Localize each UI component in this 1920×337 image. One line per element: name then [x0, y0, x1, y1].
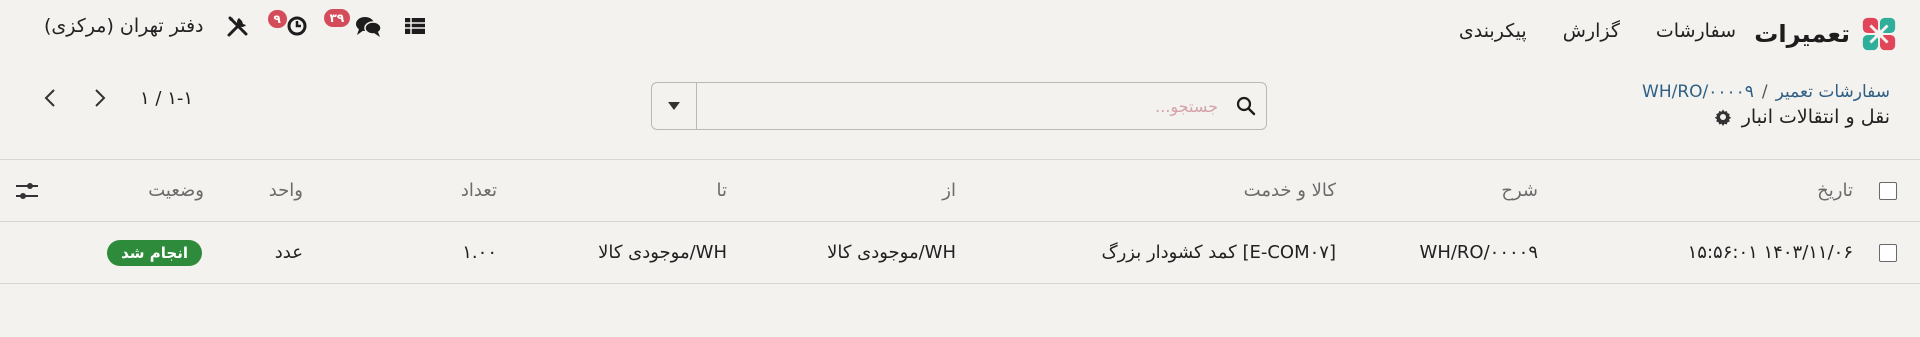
breadcrumb: سفارشات تعمیر / WH/RO/۰۰۰۰۹ [1642, 82, 1890, 102]
column-header-to[interactable]: تا [717, 160, 728, 221]
pager-value[interactable]: ۱-۱ / ۱ [140, 88, 193, 109]
row-select-cell [1879, 222, 1897, 283]
chevron-right-icon [95, 89, 106, 107]
search-input[interactable] [697, 83, 1226, 129]
sliders-icon [16, 182, 38, 199]
stock-moves-list: تاریخ شرح کالا و خدمت از تا تعداد واحد و… [0, 159, 1920, 284]
pager-next-button[interactable] [90, 86, 110, 110]
breadcrumb-separator: / [1761, 82, 1768, 102]
column-header-status[interactable]: وضعیت [148, 160, 204, 221]
cell-quantity: ۱.۰۰ [462, 242, 497, 263]
messages-icon[interactable]: ۳۹ [323, 9, 382, 38]
breadcrumb-current[interactable]: WH/RO/۰۰۰۰۹ [1642, 82, 1754, 102]
activity-clock-icon[interactable]: ۹ [267, 10, 308, 37]
column-header-from[interactable]: از [942, 160, 956, 221]
gear-icon[interactable] [1714, 108, 1732, 126]
breadcrumb-parent[interactable]: سفارشات تعمیر [1776, 82, 1890, 102]
tools-icon[interactable] [226, 14, 250, 38]
column-header-product[interactable]: کالا و خدمت [1244, 160, 1336, 221]
pager: ۱-۱ / ۱ [40, 86, 193, 110]
column-header-date[interactable]: تاریخ [1817, 160, 1853, 221]
main-menu: سفارشات گزارش پیکربندی [1459, 20, 1736, 42]
chevron-left-icon [44, 89, 55, 107]
cell-product: [E-COM۰۷] کمد کشودار بزرگ [1101, 242, 1336, 263]
cell-status: انجام شد [107, 222, 202, 283]
company-switcher[interactable]: دفتر تهران (مرکزی) [44, 15, 204, 37]
pager-previous-button[interactable] [40, 86, 60, 110]
caret-down-icon [668, 102, 680, 110]
row-checkbox[interactable] [1879, 243, 1897, 262]
column-header-quantity[interactable]: تعداد [461, 160, 497, 221]
select-all-checkbox[interactable] [1879, 181, 1897, 200]
systray: دفتر تهران (مرکزی) ۹ ۳۹ [44, 9, 426, 38]
app-brand[interactable]: تعمیرات [1754, 15, 1898, 53]
page-title: نقل و انتقالات انبار [1741, 106, 1890, 128]
app-logo-icon [1862, 17, 1896, 51]
column-header-reference[interactable]: شرح [1501, 160, 1538, 221]
activity-badge: ۹ [267, 10, 287, 28]
table-header-row: تاریخ شرح کالا و خدمت از تا تعداد واحد و… [0, 160, 1920, 222]
switch-view-icon[interactable] [404, 16, 426, 36]
cell-reference: WH/RO/۰۰۰۰۹ [1419, 242, 1538, 263]
search-options-toggle[interactable] [652, 83, 697, 129]
menu-configuration[interactable]: پیکربندی [1459, 20, 1527, 42]
cell-uom: عدد [274, 242, 303, 263]
search-icon[interactable] [1226, 96, 1266, 116]
menu-orders[interactable]: سفارشات [1656, 20, 1736, 42]
column-header-uom[interactable]: واحد [269, 160, 303, 221]
status-badge: انجام شد [107, 239, 202, 266]
cell-from: WH/موجودی کالا [827, 242, 956, 263]
table-row[interactable]: ۱۴۰۳/۱۱/۰۶ ۱۵:۵۶:۰۱ WH/RO/۰۰۰۰۹ [E-COM۰۷… [0, 222, 1920, 284]
cell-date: ۱۴۰۳/۱۱/۰۶ ۱۵:۵۶:۰۱ [1687, 242, 1853, 263]
page-title-row: نقل و انتقالات انبار [1714, 106, 1890, 128]
cell-to: WH/موجودی کالا [598, 242, 727, 263]
optional-columns-toggle[interactable] [14, 160, 40, 221]
search-bar [651, 82, 1267, 130]
select-all-cell [1879, 160, 1897, 221]
top-navbar: تعمیرات سفارشات گزارش پیکربندی دفتر تهرا… [0, 0, 1920, 64]
app-name: تعمیرات [1754, 20, 1850, 48]
messages-badge: ۳۹ [323, 9, 351, 27]
menu-reporting[interactable]: گزارش [1563, 20, 1620, 42]
